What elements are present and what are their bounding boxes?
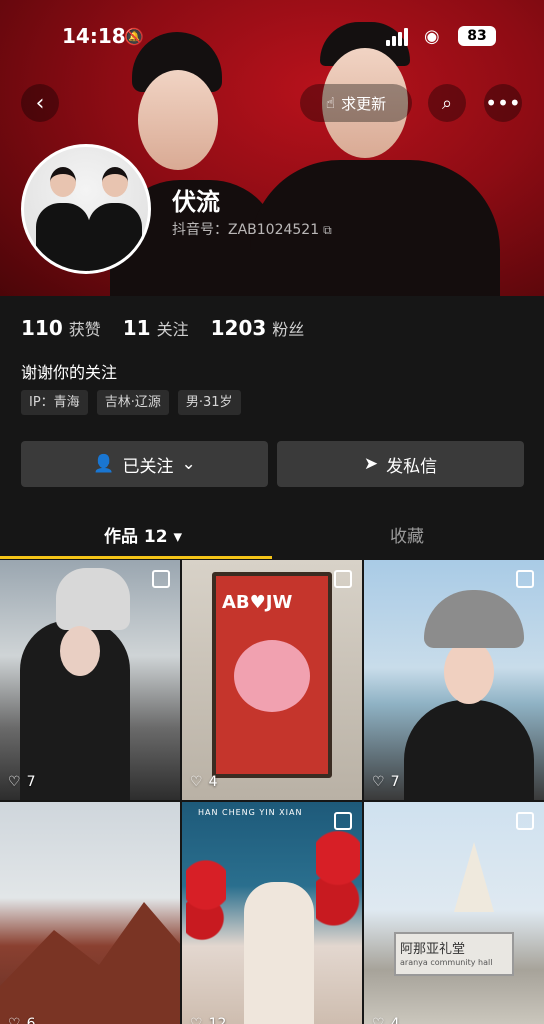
douyin-id-text: 抖音号：ZAB1024521 — [172, 222, 320, 238]
couple-figure — [244, 882, 314, 1024]
artwork-text: AB♥JW — [222, 592, 293, 613]
back-button[interactable]: ‹ — [21, 84, 59, 122]
tab-works-label: 作品 12 — [104, 527, 168, 547]
tag-gender-age: 男·31岁 — [177, 390, 241, 415]
heart-icon: ♡ — [372, 1016, 385, 1024]
grid-item[interactable]: HAN CHENG YIN XIAN ♡ 12 — [182, 802, 362, 1024]
bio-text: 谢谢你的关注 — [21, 363, 118, 382]
multi-image-icon — [152, 570, 170, 588]
like-count: ♡ 4 — [190, 774, 217, 790]
tag-ip: IP：青海 — [21, 390, 88, 415]
copy-icon[interactable]: ⧉ — [323, 223, 332, 238]
stat-likes[interactable]: 110 获赞 — [21, 316, 101, 340]
like-count-value: 7 — [26, 774, 36, 790]
kirby-artwork — [234, 640, 310, 712]
like-count: ♡ 4 — [372, 1016, 399, 1024]
like-count: ♡ 6 — [8, 1016, 35, 1024]
multi-image-icon — [516, 812, 534, 830]
tab-favorites[interactable]: 收藏 — [390, 522, 424, 547]
sign-text: 阿那亚礼堂 — [400, 942, 466, 957]
send-message-button[interactable]: ➤ 发私信 — [277, 441, 524, 487]
caret-down-icon: ▾ — [173, 527, 183, 547]
request-update-button[interactable]: ☝ 求更新 — [300, 84, 412, 122]
like-count: ♡ 7 — [372, 774, 399, 790]
heart-icon: ♡ — [190, 1016, 203, 1024]
like-count: ♡ 12 — [190, 1016, 226, 1024]
stat-number: 110 — [21, 316, 63, 340]
mountain-scene — [0, 902, 180, 1024]
stat-followers[interactable]: 1203 粉丝 — [211, 316, 305, 340]
stat-label: 关注 — [156, 320, 189, 339]
grid-item[interactable]: 阿那亚礼堂 aranya community hall ♡ 4 — [364, 802, 544, 1024]
grid-item[interactable]: ♡ 7 — [364, 560, 544, 800]
profile-tags: IP：青海 吉林·辽源 男·31岁 — [21, 390, 241, 415]
wifi-icon: ◉ — [424, 26, 440, 47]
heart-icon: ♡ — [8, 1016, 21, 1024]
followed-button[interactable]: 👤 已关注 ⌄ — [21, 441, 268, 487]
like-count-value: 4 — [208, 774, 218, 790]
avatar[interactable] — [21, 144, 151, 274]
send-message-label: 发私信 — [386, 456, 438, 477]
heart-icon: ♡ — [8, 774, 21, 790]
more-dots-icon: ••• — [485, 91, 521, 115]
heart-icon: ♡ — [190, 774, 203, 790]
active-tab-indicator — [0, 556, 272, 559]
headdress-decoration — [56, 568, 130, 630]
more-button[interactable]: ••• — [484, 84, 522, 122]
battery-indicator: 83 — [458, 26, 496, 46]
user-check-icon: 👤 — [93, 454, 115, 474]
stat-following[interactable]: 11 关注 — [123, 316, 189, 340]
bucket-hat — [424, 590, 524, 648]
action-buttons: 👤 已关注 ⌄ ➤ 发私信 — [21, 441, 524, 487]
grid-item[interactable]: ♡ 7 — [0, 560, 180, 800]
content-tabs: 作品 12 ▾ 收藏 — [0, 510, 544, 560]
tab-works[interactable]: 作品 12 ▾ — [104, 522, 182, 547]
send-icon: ➤ — [363, 454, 379, 474]
sign-subtext: aranya community hall — [400, 958, 493, 967]
search-button[interactable]: ⌕ — [428, 84, 466, 122]
multi-image-icon — [334, 812, 352, 830]
request-update-label: 求更新 — [341, 94, 387, 113]
search-icon: ⌕ — [441, 92, 453, 114]
like-count-value: 6 — [26, 1016, 36, 1024]
status-bar: 14:18 🔕 ◉ 83 — [0, 0, 544, 70]
username: 伏流 — [172, 188, 220, 216]
like-count-value: 7 — [390, 774, 400, 790]
tag-location[interactable]: 吉林·辽源 — [96, 390, 169, 415]
douyin-id[interactable]: 抖音号：ZAB1024521 ⧉ — [172, 219, 332, 239]
stats-row: 110 获赞 11 关注 1203 粉丝 — [21, 316, 304, 340]
multi-image-icon — [334, 570, 352, 588]
chevron-left-icon: ‹ — [35, 90, 45, 116]
chevron-down-icon: ⌄ — [181, 454, 196, 474]
stat-number: 11 — [122, 316, 151, 340]
profile-banner: 14:18 🔕 ◉ 83 ‹ ☝ 求更新 ⌕ ••• 伏流 抖音号：ZAB102… — [0, 0, 544, 300]
mute-bell-icon: 🔕 — [124, 27, 144, 46]
works-grid: ♡ 7 AB♥JW ♡ 4 ♡ 7 ♡ 6 HAN CHENG YIN XIAN — [0, 560, 544, 1024]
heart-icon: ♡ — [372, 774, 385, 790]
wedding-banner-text: HAN CHENG YIN XIAN — [198, 808, 303, 817]
status-time: 14:18 — [62, 24, 126, 48]
signal-icon — [386, 28, 414, 46]
chapel-shape — [454, 842, 494, 912]
like-count-value: 4 — [390, 1016, 400, 1024]
multi-image-icon — [516, 570, 534, 588]
followed-label: 已关注 — [122, 456, 174, 477]
grid-item[interactable]: ♡ 6 — [0, 802, 180, 1024]
hand-point-icon: ☝ — [325, 94, 336, 112]
grid-item[interactable]: AB♥JW ♡ 4 — [182, 560, 362, 800]
stat-label: 获赞 — [68, 320, 101, 339]
stat-number: 1203 — [210, 316, 267, 340]
like-count: ♡ 7 — [8, 774, 35, 790]
stat-label: 粉丝 — [272, 320, 305, 339]
like-count-value: 12 — [208, 1016, 227, 1024]
